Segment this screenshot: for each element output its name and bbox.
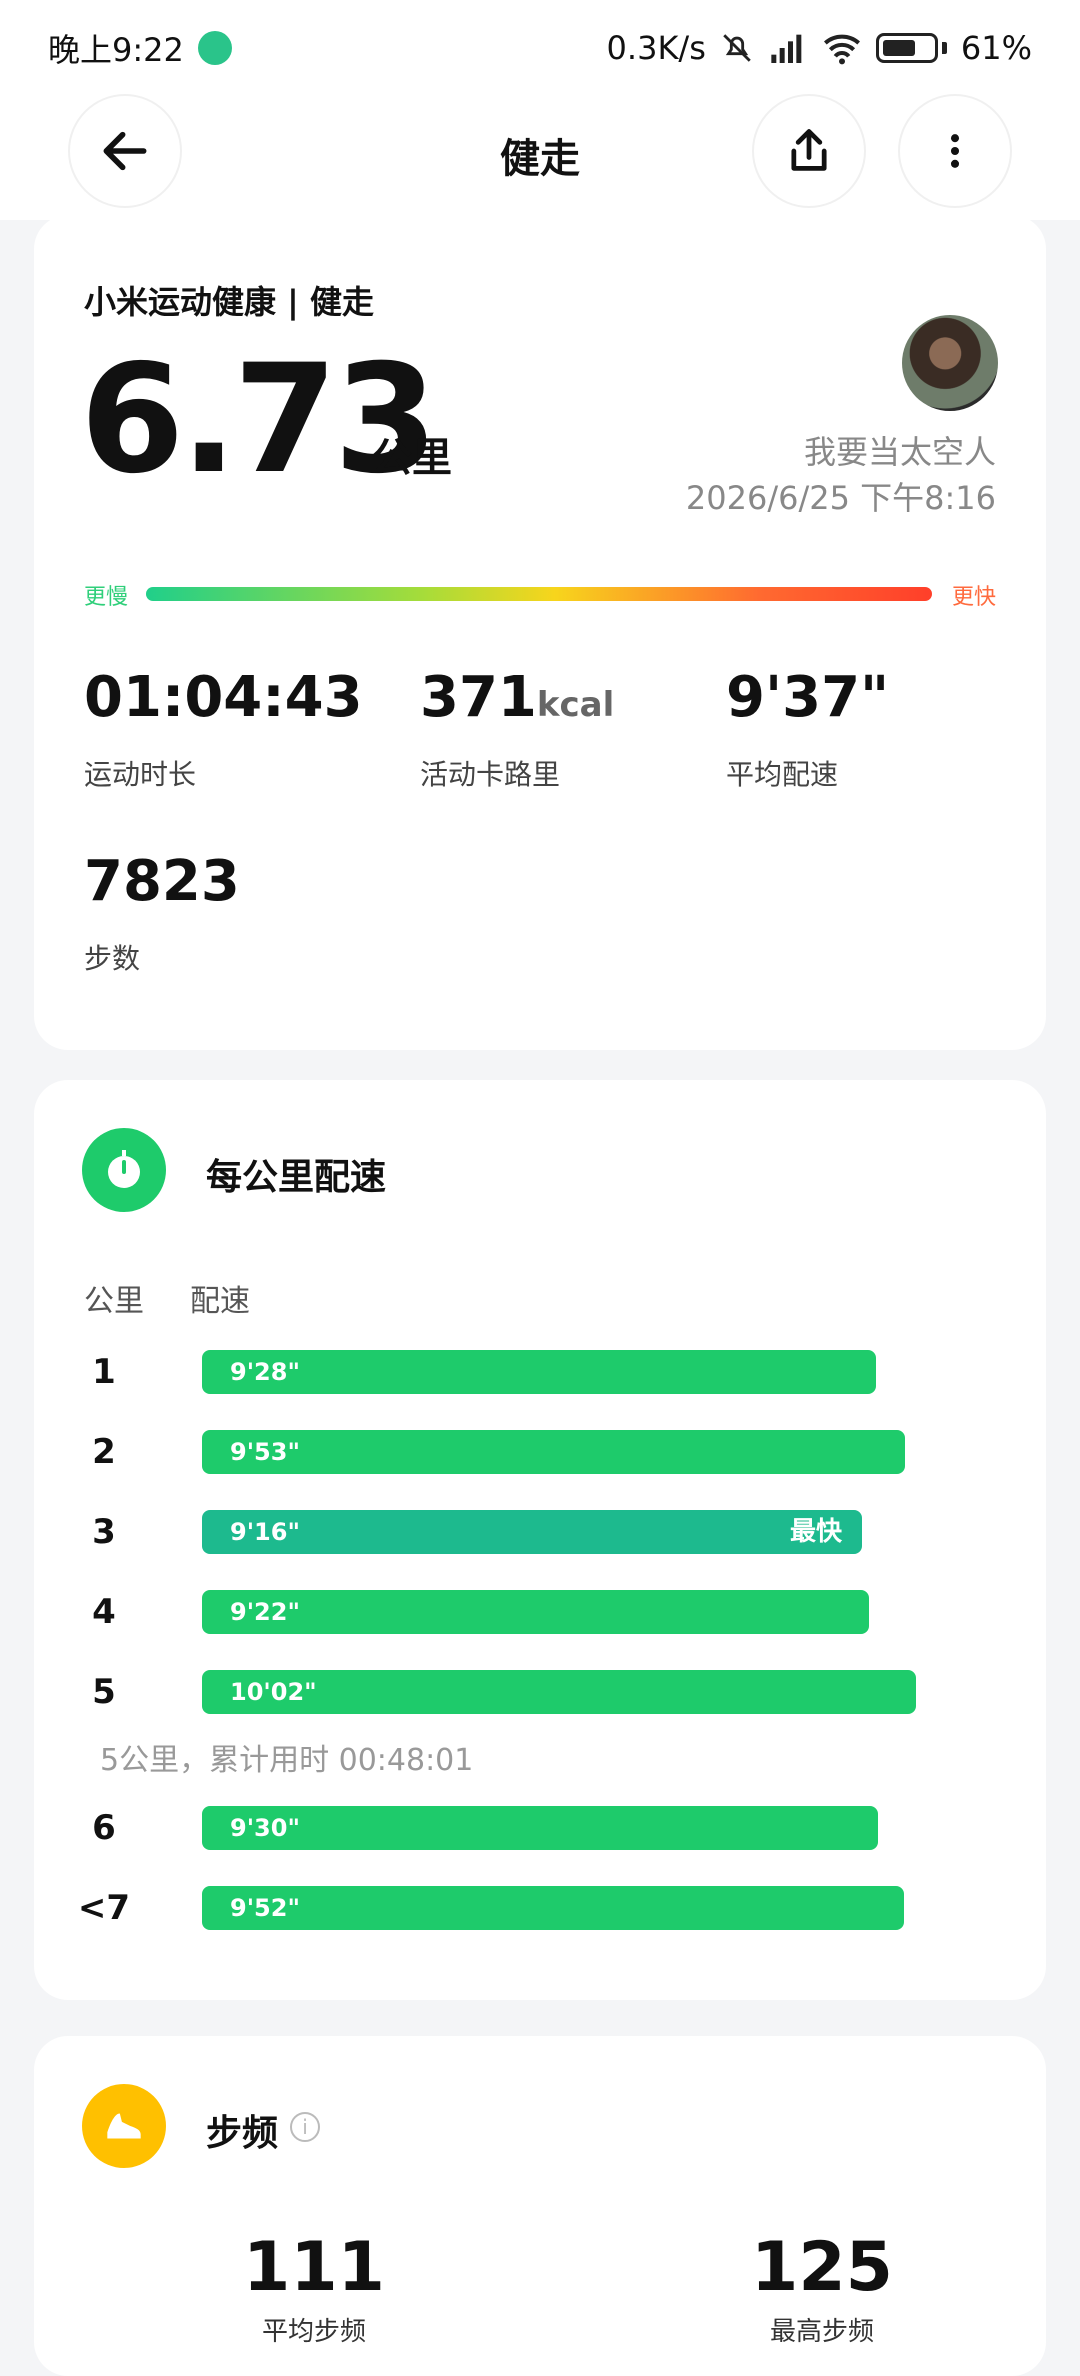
pace-column-header: 配速 [190, 1284, 250, 1319]
signal-icon [771, 34, 802, 63]
top-app-bar: 健走 [0, 96, 1080, 220]
pace-value: 9'52" [230, 1894, 300, 1922]
cumulative-time-note: 5公里，累计用时 00:48:01 [100, 1743, 474, 1778]
calories-unit: kcal [536, 685, 615, 725]
max-cadence-value: 125 [751, 2228, 893, 2307]
duration-label: 运动时长 [84, 758, 197, 791]
pace-bar: 9'30" [202, 1806, 878, 1850]
km-label: 6 [92, 1808, 116, 1848]
pace-bar: 9'16" 最快 [202, 1510, 862, 1554]
stopwatch-icon [82, 1128, 166, 1212]
share-button[interactable] [754, 96, 864, 206]
workout-summary-card: 小米运动健康 | 健走 6.73 公里 我要当太空人 2026/6/25 下午8… [34, 215, 1046, 1050]
pace-value: 9'30" [230, 1814, 300, 1842]
pace-value: 9'22" [230, 1598, 300, 1626]
shoe-icon [82, 2084, 166, 2168]
km-label: 1 [92, 1352, 116, 1392]
user-name: 我要当太空人 [803, 433, 996, 471]
pace-value: 9'53" [230, 1438, 300, 1466]
pace-value: 9'16" [230, 1518, 300, 1546]
battery-icon [875, 33, 938, 63]
pace-row: 6 9'30" [34, 1806, 1046, 1850]
share-icon [791, 129, 827, 171]
info-icon[interactable]: i [290, 2112, 320, 2142]
avg-pace-value: 9'37" [726, 665, 890, 730]
more-vertical-icon [950, 134, 960, 168]
calories-label: 活动卡路里 [420, 758, 561, 791]
calories-value: 371 [420, 665, 537, 730]
cadence-card: 步频 i 111 平均步频 125 最高步频 [34, 2036, 1046, 2376]
more-button[interactable] [900, 96, 1010, 206]
pace-bar: 9'53" [202, 1430, 905, 1474]
steps-label: 步数 [84, 942, 141, 975]
pace-bar: 9'28" [202, 1350, 876, 1394]
pace-value: 10'02" [230, 1678, 317, 1706]
km-label: 2 [92, 1432, 116, 1472]
battery-level: 61% [960, 29, 1032, 67]
pace-row: 4 9'22" [34, 1590, 1046, 1634]
pace-section-title: 每公里配速 [206, 1157, 387, 1198]
km-label: 5 [92, 1672, 116, 1712]
pace-per-km-card: 每公里配速 公里 配速 1 9'28" 2 9'53" 3 9'16" 最快 4 9'22" 5 1… [34, 1080, 1046, 2000]
status-bar: 晚上9:22 0.3K/s 61% [0, 0, 1080, 96]
pace-bar: 10'02" [202, 1670, 916, 1714]
pace-bar: 9'22" [202, 1590, 869, 1634]
pace-bar: 9'52" [202, 1886, 904, 1930]
network-speed: 0.3K/s [606, 29, 706, 67]
km-label: <7 [77, 1888, 131, 1928]
pace-row: 2 9'53" [34, 1430, 1046, 1474]
pace-row: <7 9'52" [34, 1886, 1046, 1930]
avg-pace-label: 平均配速 [726, 758, 839, 791]
pace-row: 1 9'28" [34, 1350, 1046, 1394]
avg-cadence-value: 111 [243, 2228, 385, 2307]
app-notification-icon [197, 31, 232, 65]
source-title: 小米运动健康 | 健走 [84, 283, 374, 321]
km-label: 3 [92, 1512, 116, 1552]
slower-label: 更慢 [84, 585, 129, 610]
duration-value: 01:04:43 [84, 665, 363, 730]
calories-stat: 371kcal [420, 665, 614, 730]
workout-datetime: 2026/6/25 下午8:16 [685, 479, 996, 517]
wifi-icon [823, 34, 860, 65]
distance-unit: 公里 [372, 435, 452, 481]
faster-label: 更快 [951, 585, 996, 610]
pace-gradient-bar [146, 587, 932, 601]
fastest-tag: 最快 [789, 1517, 842, 1547]
steps-value: 7823 [84, 849, 240, 914]
max-cadence-label: 最高步频 [769, 2317, 874, 2347]
pace-value: 9'28" [230, 1358, 300, 1386]
status-time: 晚上9:22 [48, 31, 184, 69]
mute-bell-icon [723, 34, 751, 62]
pace-row: 3 9'16" 最快 [34, 1510, 1046, 1554]
km-column-header: 公里 [84, 1284, 144, 1319]
avatar[interactable] [902, 315, 998, 411]
avg-cadence-label: 平均步频 [261, 2317, 366, 2347]
pace-row: 5 10'02" [34, 1670, 1046, 1714]
cadence-section-title: 步频 [206, 2113, 279, 2154]
km-label: 4 [92, 1592, 116, 1632]
